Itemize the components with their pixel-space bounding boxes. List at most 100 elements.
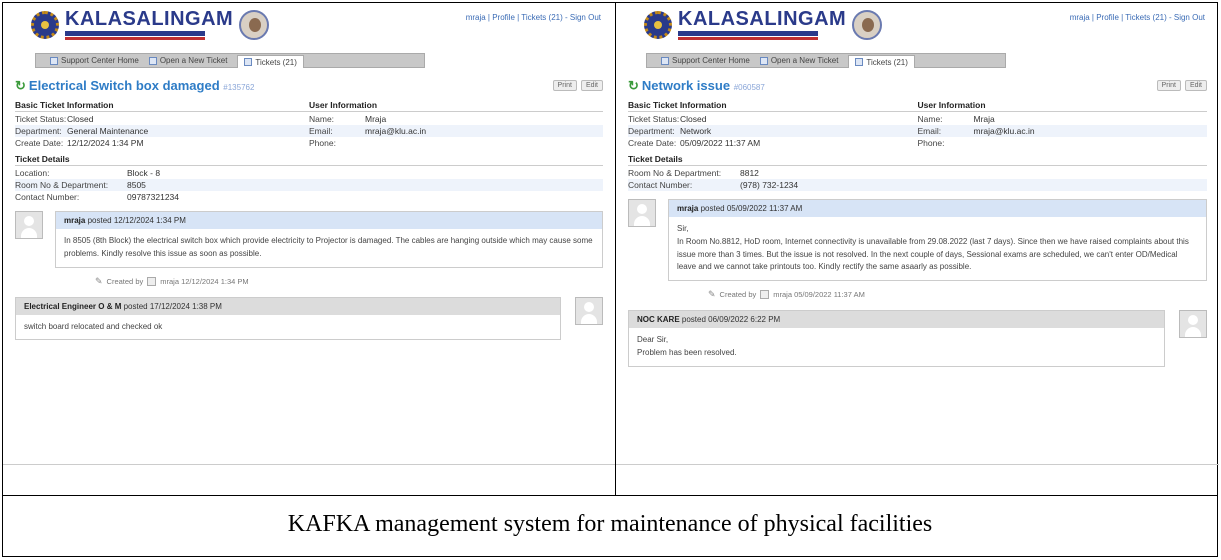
field-label: Phone:: [309, 138, 336, 148]
basic-info-heading: Basic Ticket Information: [628, 100, 918, 112]
main-nav: Support Center Home Open a New Ticket Ti…: [35, 53, 425, 68]
horizontal-divider: [3, 495, 1217, 496]
brand-tagline-bar: [678, 31, 818, 36]
field-label: Name:: [917, 114, 943, 124]
staff-reply: Electrical Engineer O & M posted 17/12/2…: [15, 296, 603, 341]
reply-greeting: Dear Sir,: [637, 335, 669, 345]
user-links-text[interactable]: mraja | Profile | Tickets (21) - Sign Ou…: [466, 13, 601, 22]
brand-name: KALASALINGAM: [678, 8, 847, 30]
post-author: mraja: [677, 204, 699, 213]
user-name: Mraja: [365, 114, 387, 124]
user-info-heading: User Information: [917, 100, 1207, 112]
field-label: Phone:: [917, 138, 945, 148]
refresh-icon[interactable]: ↻: [628, 78, 639, 93]
room-number: 8812: [740, 168, 759, 178]
field-label: Room No & Department:: [628, 168, 722, 178]
field-label: Contact Number:: [15, 192, 80, 202]
reply-date: posted 17/12/2024 1:38 PM: [123, 301, 222, 311]
created-by-line: ✎ Created by mraja 12/12/2024 1:34 PM: [95, 276, 603, 287]
post-body-text: In Room No.8812, HoD room, Internet conn…: [677, 236, 1189, 272]
user-avatar-icon: [15, 211, 43, 239]
nav-tickets[interactable]: Tickets (21): [237, 55, 304, 68]
department: General Maintenance: [67, 126, 149, 136]
user-email: mraja@klu.ac.in: [365, 126, 427, 136]
ticket-title: ↻ Network issue #060587: [628, 78, 1207, 94]
edit-button[interactable]: Edit: [1184, 80, 1207, 91]
brand-tagline-bar-red: [678, 37, 818, 40]
nav-support-home[interactable]: Support Center Home: [50, 56, 139, 65]
user-name: Mraja: [973, 114, 995, 124]
ticket-title: ↻ Electrical Switch box damaged #135762: [15, 78, 603, 94]
basic-ticket-info: Basic Ticket Information Ticket Status: C…: [15, 100, 309, 149]
field-label: Email:: [309, 126, 333, 136]
user-links[interactable]: mraja | Profile | Tickets (21) - Sign Ou…: [466, 13, 601, 22]
nav-tickets[interactable]: Tickets (21): [848, 55, 915, 68]
created-meta: mraja 05/09/2022 11:37 AM: [773, 290, 865, 300]
contact-number: (978) 732-1234: [740, 180, 799, 190]
figure-caption: KAFKA management system for maintenance …: [287, 511, 933, 537]
reply-author: NOC KARE: [637, 315, 680, 325]
tickets-icon: [855, 58, 864, 66]
user-info: User Information Name: Mraja Email: mraja@…: [917, 100, 1207, 149]
user-links-text[interactable]: mraja | Profile | Tickets (21) - Sign Ou…: [1070, 13, 1205, 22]
ticket-status: Closed: [680, 114, 707, 124]
university-logo[interactable]: KALASALINGAM: [644, 8, 883, 40]
ticket-status: Closed: [67, 114, 94, 124]
field-label: Location:: [15, 168, 50, 178]
nav-label: Support Center Home: [672, 56, 750, 65]
refresh-icon[interactable]: ↻: [15, 78, 26, 93]
print-button[interactable]: Print: [552, 80, 577, 91]
details-heading: Ticket Details: [628, 154, 1207, 166]
created-by-line: ✎ Created by mraja 05/09/2022 11:37 AM: [708, 289, 1207, 300]
university-logo[interactable]: KALASALINGAM: [31, 8, 270, 40]
ticket-title-text: Electrical Switch box damaged: [28, 78, 220, 93]
post-body: Sir, In Room No.8812, HoD room, Internet…: [669, 217, 1206, 281]
location: Block - 8: [127, 168, 161, 178]
reply-author: Electrical Engineer O & M: [24, 301, 122, 311]
ticket-post: mraja posted 05/09/2022 11:37 AM Sir, In…: [628, 199, 1207, 300]
site-header: KALASALINGAM mraja | Profile | Tickets (…: [3, 3, 615, 53]
user-info: User Information Name: Mraja Email: mraja@…: [309, 100, 603, 149]
staff-reply: NOC KARE posted 06/09/2022 6:22 PM Dear …: [628, 310, 1207, 367]
founder-portrait-icon: [239, 9, 270, 40]
reply-header: Electrical Engineer O & M posted 17/12/2…: [16, 297, 560, 315]
nav-support-home[interactable]: Support Center Home: [661, 56, 750, 65]
new-ticket-icon: [148, 56, 157, 65]
contact-number: 09787321234: [127, 192, 180, 202]
user-links[interactable]: mraja | Profile | Tickets (21) - Sign Ou…: [1070, 13, 1205, 22]
print-button[interactable]: Print: [1156, 80, 1181, 91]
ticket-number: #135762: [223, 83, 255, 92]
figure-frame: KALASALINGAM mraja | Profile | Tickets (…: [2, 2, 1219, 557]
user-email: mraja@klu.ac.in: [973, 126, 1035, 136]
mini-avatar-icon: [147, 276, 157, 286]
room-number: 8505: [127, 180, 146, 190]
pencil-icon: ✎: [708, 289, 716, 300]
post-greeting: Sir,: [677, 224, 689, 233]
post-header: mraja posted 12/12/2024 1:34 PM: [56, 212, 602, 229]
created-by-label: Created by: [719, 290, 757, 300]
brand-name: KALASALINGAM: [65, 8, 234, 30]
basic-ticket-info: Basic Ticket Information Ticket Status: C…: [628, 100, 918, 149]
right-screenshot: KALASALINGAM mraja | Profile | Tickets (…: [616, 3, 1219, 465]
ticket-post: mraja posted 12/12/2024 1:34 PM In 8505 …: [15, 211, 603, 287]
create-date: 05/09/2022 11:37 AM: [680, 138, 761, 148]
nav-open-ticket[interactable]: Open a New Ticket: [148, 56, 227, 65]
home-icon: [661, 56, 669, 65]
post-header: mraja posted 05/09/2022 11:37 AM: [669, 200, 1206, 217]
ticket-details: Ticket Details Room No & Department: 8812…: [628, 154, 1207, 191]
field-label: Create Date:: [15, 138, 64, 148]
nav-open-ticket[interactable]: Open a New Ticket: [759, 56, 838, 65]
field-label: Email:: [917, 126, 942, 136]
reply-body-text: Problem has been resolved.: [637, 347, 737, 357]
user-info-heading: User Information: [309, 100, 603, 112]
basic-info-heading: Basic Ticket Information: [15, 100, 309, 112]
new-ticket-icon: [759, 56, 768, 65]
ticket-number: #060587: [733, 83, 765, 92]
field-label: Ticket Status:: [15, 114, 67, 124]
post-date: posted 05/09/2022 11:37 AM: [700, 204, 803, 213]
department: Network: [680, 126, 712, 136]
ticket-title-text: Network issue: [641, 78, 731, 93]
edit-button[interactable]: Edit: [580, 80, 603, 91]
created-meta: mraja 12/12/2024 1:34 PM: [160, 276, 249, 286]
nav-label: Support Center Home: [61, 56, 139, 65]
